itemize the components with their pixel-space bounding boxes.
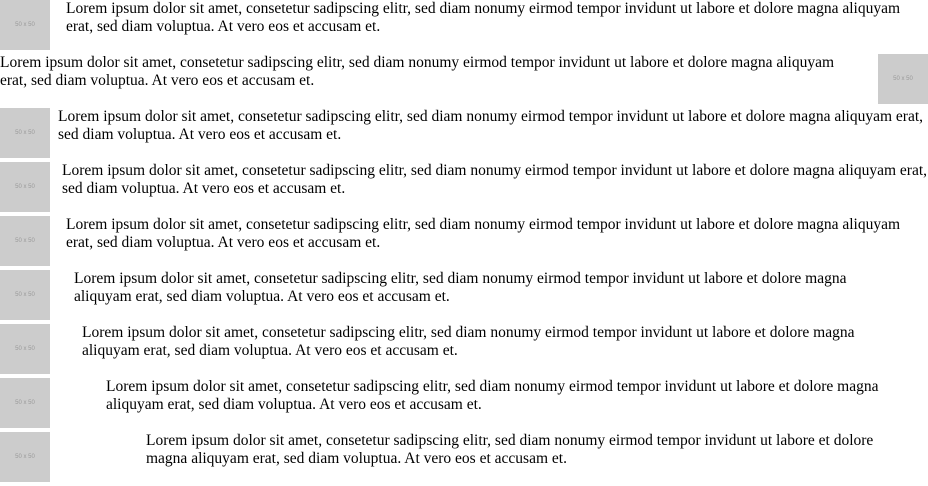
media-object-row: 50 x 50 Lorem ipsum dolor sit amet, cons…	[0, 108, 928, 158]
placeholder-image: 50 x 50	[0, 0, 50, 50]
media-text: Lorem ipsum dolor sit amet, consetetur s…	[0, 54, 835, 89]
placeholder-image: 50 x 50	[0, 270, 50, 320]
placeholder-image: 50 x 50	[0, 108, 50, 158]
placeholder-image: 50 x 50	[0, 216, 50, 266]
media-text: Lorem ipsum dolor sit amet, consetetur s…	[82, 324, 855, 359]
media-text: Lorem ipsum dolor sit amet, consetetur s…	[66, 0, 901, 35]
placeholder-image: 50 x 50	[0, 378, 50, 428]
placeholder-image: 50 x 50	[878, 54, 928, 104]
media-object-row: 50 x 50 Lorem ipsum dolor sit amet, cons…	[0, 324, 928, 374]
media-object-row: 50 x 50 Lorem ipsum dolor sit amet, cons…	[0, 162, 928, 212]
media-object-row: 50 x 50 Lorem ipsum dolor sit amet, cons…	[0, 432, 928, 482]
media-text: Lorem ipsum dolor sit amet, consetetur s…	[146, 432, 874, 467]
media-text: Lorem ipsum dolor sit amet, consetetur s…	[62, 162, 928, 197]
media-object-row: 50 x 50 Lorem ipsum dolor sit amet, cons…	[0, 378, 928, 428]
media-text: Lorem ipsum dolor sit amet, consetetur s…	[58, 108, 924, 143]
media-object-row: Lorem ipsum dolor sit amet, consetetur s…	[0, 54, 928, 104]
media-text: Lorem ipsum dolor sit amet, consetetur s…	[66, 216, 901, 251]
media-text: Lorem ipsum dolor sit amet, consetetur s…	[74, 270, 847, 305]
media-text: Lorem ipsum dolor sit amet, consetetur s…	[106, 378, 879, 413]
placeholder-image: 50 x 50	[0, 324, 50, 374]
placeholder-image: 50 x 50	[0, 162, 50, 212]
media-object-row: 50 x 50 Lorem ipsum dolor sit amet, cons…	[0, 0, 928, 50]
placeholder-image: 50 x 50	[0, 432, 50, 482]
media-object-row: 50 x 50 Lorem ipsum dolor sit amet, cons…	[0, 270, 928, 320]
media-object-row: 50 x 50 Lorem ipsum dolor sit amet, cons…	[0, 216, 928, 266]
